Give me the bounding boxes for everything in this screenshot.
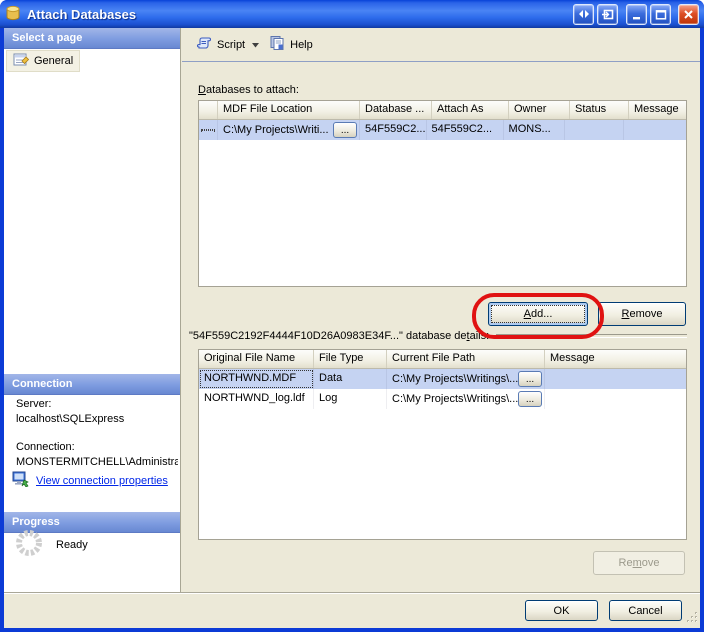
attach-databases-dialog: Attach Databases Select a page [0,0,704,632]
database-cell: 54F559C2... [360,120,427,140]
connection-header: Connection [4,374,180,395]
select-a-page-header: Select a page [4,28,180,49]
attach-grid-row[interactable]: C:\My Projects\Writi... ... 54F559C2... … [199,120,686,140]
databases-to-attach-grid: MDF File Location Database ... Attach As… [198,100,687,287]
view-connection-properties-link[interactable]: View connection properties [36,475,168,487]
database-icon [5,5,21,24]
resize-grip[interactable] [686,611,699,627]
row-selector-header [199,101,218,119]
original-file-name-cell: NORTHWND_log.ldf [199,389,314,409]
message-cell [624,120,682,140]
spinner-icon [14,528,44,561]
chevron-down-icon [252,39,259,51]
column-header-mdf[interactable]: MDF File Location [218,101,360,119]
connection-properties-icon [12,471,30,490]
column-header-message[interactable]: Message [629,101,687,119]
column-header-attach-as[interactable]: Attach As [432,101,509,119]
attach-as-cell: 54F559C2... [427,120,504,140]
undock-button[interactable] [597,4,618,25]
ok-button[interactable]: OK [525,600,598,621]
help-pages-icon [269,35,285,54]
current-file-path-cell: C:\My Projects\Writings\... [392,370,518,389]
column-header-file-type[interactable]: File Type [314,350,387,368]
properties-page-icon [13,52,29,70]
help-label: Help [290,39,313,51]
message-cell [545,389,687,409]
close-button[interactable] [678,4,699,25]
main-panel: Script Help [182,28,700,592]
column-header-current-file-path[interactable]: Current File Path [387,350,545,368]
browse-path-button[interactable]: ... [518,391,542,407]
browse-mdf-button[interactable]: ... [333,122,357,138]
toolbar: Script Help [182,28,700,62]
row-selector-cell[interactable] [199,120,218,140]
message-cell [545,369,687,389]
add-button[interactable]: Add... [488,302,588,326]
grid-header: Original File Name File Type Current Fil… [199,350,686,369]
footer: OK Cancel [4,592,700,628]
details-grid-row[interactable]: NORTHWND.MDF Data C:\My Projects\Writing… [199,369,686,389]
grid-header: MDF File Location Database ... Attach As… [199,101,686,120]
sidebar-item-label: General [34,55,73,67]
dialog-body: Select a page General Connection Server:… [4,28,700,628]
sidebar: Select a page General Connection Server:… [4,28,181,592]
minimize-button[interactable] [626,4,647,25]
mdf-file-location-cell: C:\My Projects\Writi... [223,121,329,140]
cancel-button[interactable]: Cancel [609,600,682,621]
remove-button[interactable]: Remove [598,302,686,326]
resize-arrows-button[interactable] [573,4,594,25]
current-file-path-cell: C:\My Projects\Writings\... [392,390,518,409]
sidebar-item-general[interactable]: General [6,50,80,72]
database-details-grid: Original File Name File Type Current Fil… [198,349,687,540]
details-divider [496,334,687,338]
maximize-button[interactable] [650,4,671,25]
databases-to-attach-label: Databases to attach: [198,84,299,96]
script-button[interactable]: Script [190,33,264,57]
connection-label: Connection: [16,441,75,453]
progress-status: Ready [56,539,88,551]
column-header-database[interactable]: Database ... [360,101,432,119]
titlebar[interactable]: Attach Databases [0,0,704,28]
script-scroll-icon [195,36,212,54]
help-button[interactable]: Help [264,32,318,57]
column-header-status[interactable]: Status [570,101,629,119]
file-type-cell: Data [314,369,387,389]
details-grid-row[interactable]: NORTHWND_log.ldf Log C:\My Projects\Writ… [199,389,686,409]
remove-details-button[interactable]: Remove [593,551,685,575]
connection-value: MONSTERMITCHELL\Administra [16,456,178,468]
browse-path-button[interactable]: ... [518,371,542,387]
file-type-cell: Log [314,389,387,409]
script-label: Script [217,39,245,51]
column-header-message[interactable]: Message [545,350,687,368]
column-header-owner[interactable]: Owner [509,101,570,119]
database-details-label: "54F559C2192F4444F10D26A0983E34F..." dat… [189,330,489,342]
original-file-name-cell: NORTHWND.MDF [199,369,314,389]
server-value: localhost\SQLExpress [16,413,124,425]
server-label: Server: [16,398,51,410]
column-header-original-file-name[interactable]: Original File Name [199,350,314,368]
status-cell [565,120,624,140]
window-title: Attach Databases [27,7,570,22]
owner-cell: MONS... [504,120,565,140]
